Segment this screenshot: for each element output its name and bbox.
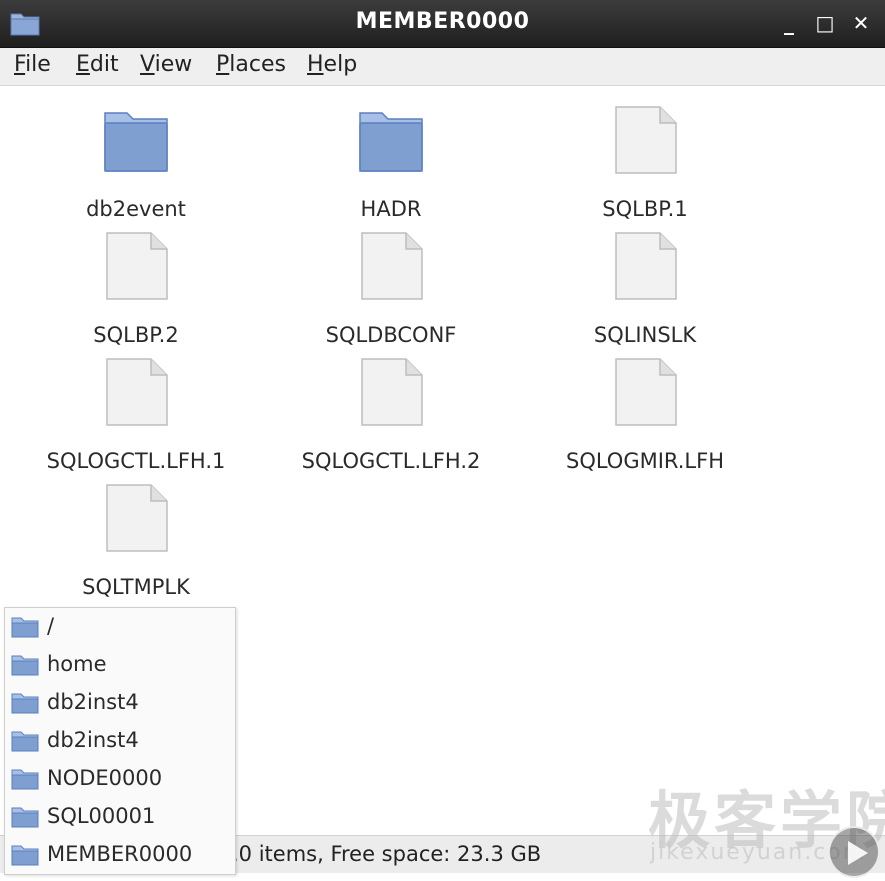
path-item-home[interactable]: home xyxy=(5,646,235,684)
folder-icon xyxy=(11,769,39,790)
minimize-button[interactable]: _ xyxy=(776,10,802,36)
menu-places-accelerator: P xyxy=(216,52,230,77)
folder-icon xyxy=(11,731,39,752)
file-icon xyxy=(106,358,168,426)
menu-view[interactable]: View xyxy=(140,52,192,77)
file-label: SQLOGCTL.LFH.2 xyxy=(301,449,481,473)
file-item-sqltmplk[interactable]: SQLTMPLK xyxy=(16,483,256,603)
path-item-member0000[interactable]: MEMBER0000 xyxy=(5,836,235,874)
path-item-root[interactable]: / xyxy=(5,608,235,646)
path-item-node0000[interactable]: NODE0000 xyxy=(5,760,235,798)
path-dropdown[interactable]: / home db2inst4 db2inst4 NODE0000 SQL000… xyxy=(4,607,236,875)
file-label: SQLBP.1 xyxy=(602,197,688,221)
folder-icon xyxy=(11,693,39,714)
file-label: db2event xyxy=(86,197,186,221)
path-item-sql00001[interactable]: SQL00001 xyxy=(5,798,235,836)
file-label: SQLINSLK xyxy=(593,323,697,347)
file-item-sqlogctl-lfh1[interactable]: SQLOGCTL.LFH.1 xyxy=(16,357,256,477)
menu-edit-accelerator: E xyxy=(76,52,90,77)
file-item-sqldbconf[interactable]: SQLDBCONF xyxy=(271,231,511,351)
menu-edit[interactable]: Edit xyxy=(76,52,119,77)
path-label: / xyxy=(47,614,55,638)
file-icon xyxy=(106,484,168,552)
file-item-sqlbp2[interactable]: SQLBP.2 xyxy=(16,231,256,351)
file-label: SQLBP.2 xyxy=(93,323,179,347)
menu-view-accelerator: V xyxy=(140,52,155,77)
menu-file-label: ile xyxy=(25,52,51,77)
file-label: HADR xyxy=(360,197,422,221)
file-label: SQLOGMIR.LFH xyxy=(565,449,724,473)
menu-places-label: laces xyxy=(229,52,286,77)
file-icon xyxy=(106,232,168,300)
folder-icon xyxy=(11,617,39,638)
file-icon xyxy=(361,358,423,426)
file-item-sqlogmir-lfh[interactable]: SQLOGMIR.LFH xyxy=(525,357,765,477)
status-text: .0 items, Free space: 23.3 GB xyxy=(232,842,542,866)
path-label: home xyxy=(47,652,107,676)
menu-view-label: iew xyxy=(154,52,193,77)
path-label: SQL00001 xyxy=(47,804,156,828)
file-item-sqlbp1[interactable]: SQLBP.1 xyxy=(525,105,765,225)
folder-icon xyxy=(104,112,168,172)
file-icon xyxy=(615,358,677,426)
file-item-sqlogctl-lfh2[interactable]: SQLOGCTL.LFH.2 xyxy=(271,357,511,477)
menu-edit-label: dit xyxy=(89,52,119,77)
folder-icon xyxy=(11,845,39,866)
file-icon xyxy=(615,232,677,300)
folder-icon xyxy=(11,655,39,676)
folder-icon xyxy=(11,807,39,828)
file-icon xyxy=(361,232,423,300)
file-icon xyxy=(615,106,677,174)
close-button[interactable]: ✕ xyxy=(848,10,874,36)
menu-help-label: elp xyxy=(323,52,358,77)
maximize-button[interactable]: □ xyxy=(812,10,838,36)
file-item-db2event[interactable]: db2event xyxy=(16,105,256,225)
path-label: NODE0000 xyxy=(47,766,163,790)
file-label: SQLTMPLK xyxy=(82,575,190,599)
menu-help-accelerator: H xyxy=(307,52,324,77)
path-item-db2inst4-sub[interactable]: db2inst4 xyxy=(5,722,235,760)
title-bar[interactable]: MEMBER0000 _ □ ✕ xyxy=(0,0,885,48)
file-label: SQLOGCTL.LFH.1 xyxy=(46,449,226,473)
play-icon[interactable] xyxy=(828,826,880,878)
menu-bar: File Edit View Places Help xyxy=(0,48,885,86)
folder-icon xyxy=(359,112,423,172)
file-item-sqlinslk[interactable]: SQLINSLK xyxy=(525,231,765,351)
file-label: SQLDBCONF xyxy=(325,323,457,347)
path-item-db2inst4[interactable]: db2inst4 xyxy=(5,684,235,722)
menu-file-accelerator: F xyxy=(14,52,26,77)
path-label: db2inst4 xyxy=(47,690,139,714)
window-title: MEMBER0000 xyxy=(355,9,530,34)
path-label: db2inst4 xyxy=(47,728,139,752)
menu-file[interactable]: File xyxy=(14,52,51,77)
menu-help[interactable]: Help xyxy=(307,52,357,77)
menu-places[interactable]: Places xyxy=(216,52,286,77)
path-label: MEMBER0000 xyxy=(47,842,193,866)
file-item-hadr[interactable]: HADR xyxy=(271,105,511,225)
play-triangle xyxy=(848,841,868,865)
